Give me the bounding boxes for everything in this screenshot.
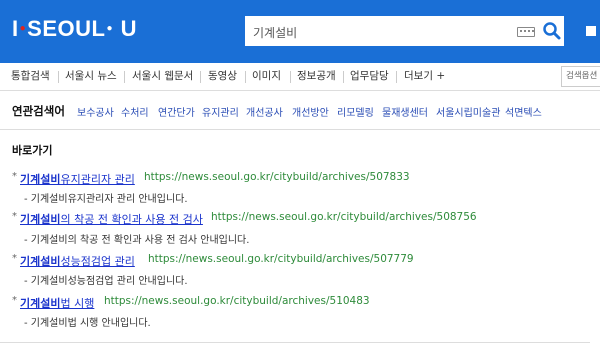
logo-letter-u: U	[120, 16, 138, 41]
result-title-link[interactable]: 기계설비유지관리자 관리	[20, 171, 135, 187]
related-keywords: 연관검색어 보수공사 수처리 연간단가 유지관리 개선공사 개선방안 리모델링 …	[0, 91, 600, 130]
logo-dot: ●	[19, 23, 27, 34]
site-header: I●SEOUL● U	[0, 0, 600, 63]
search-option-select[interactable]: 검색옵션	[561, 66, 600, 87]
result-title-keyword: 기계설비	[20, 213, 61, 226]
related-link[interactable]: 서울시립미술관	[436, 104, 500, 119]
tab-more[interactable]: 더보기 +	[404, 63, 445, 90]
tab-divider	[343, 71, 344, 83]
result-description: - 기계설비유지관리자 관리 안내입니다.	[24, 194, 188, 205]
result-url[interactable]: https://news.seoul.go.kr/citybuild/archi…	[104, 295, 370, 307]
tab-divider	[124, 71, 125, 83]
keyboard-icon[interactable]	[517, 27, 535, 37]
result-title-rest: 의 착공 전 확인과 사용 전 검사	[60, 213, 203, 226]
tab-divider	[200, 71, 201, 83]
result-bullet: *	[12, 253, 17, 264]
search-tabs: 통합검색 서울시 뉴스 서울시 웹문서 동영상 이미지 정보공개 업무담당 더보…	[0, 63, 600, 91]
result-title-keyword: 기계설비	[20, 255, 61, 268]
result-bullet: *	[12, 211, 17, 222]
result-title-link[interactable]: 기계설비법 시행	[20, 295, 94, 311]
search-icon	[543, 22, 561, 40]
result-title-keyword: 기계설비	[20, 297, 61, 310]
menu-icon[interactable]	[586, 26, 596, 36]
result-title-rest: 성능점검업 관리	[60, 255, 135, 268]
search-box	[244, 15, 565, 47]
result-bullet: *	[12, 171, 17, 182]
tab-staff[interactable]: 업무담당	[350, 63, 389, 90]
related-link[interactable]: 리모델링	[337, 104, 374, 119]
logo-seoul: SEOUL	[27, 16, 106, 41]
result-url[interactable]: https://news.seoul.go.kr/citybuild/archi…	[211, 211, 477, 223]
logo-dot-2: ●	[106, 23, 114, 34]
result-title-rest: 유지관리자 관리	[60, 173, 135, 186]
related-link[interactable]: 개선공사	[246, 104, 283, 119]
related-link[interactable]: 수처리	[121, 104, 149, 119]
result-title-rest: 법 시행	[60, 297, 95, 310]
tab-divider	[290, 71, 291, 83]
related-link[interactable]: 보수공사	[77, 104, 114, 119]
tab-image[interactable]: 이미지	[252, 63, 281, 90]
search-button[interactable]	[542, 21, 562, 41]
tab-all[interactable]: 통합검색	[11, 63, 50, 90]
related-link[interactable]: 유지관리	[202, 104, 239, 119]
search-input[interactable]	[253, 22, 503, 42]
related-link[interactable]: 연간단가	[158, 104, 195, 119]
related-link[interactable]: 개선방안	[292, 104, 329, 119]
result-bullet: *	[12, 295, 17, 306]
result-description: - 기계설비의 착공 전 확인과 사용 전 검사 안내입니다.	[24, 235, 250, 246]
result-title-link[interactable]: 기계설비성능점검업 관리	[20, 253, 135, 269]
tab-news[interactable]: 서울시 뉴스	[65, 63, 117, 90]
result-url[interactable]: https://news.seoul.go.kr/citybuild/archi…	[144, 171, 410, 183]
tab-video[interactable]: 동영상	[208, 63, 237, 90]
result-description: - 기계설비성능점검업 관리 안내입니다.	[24, 276, 188, 287]
related-link[interactable]: 석면텍스	[505, 104, 542, 119]
result-url[interactable]: https://news.seoul.go.kr/citybuild/archi…	[148, 253, 414, 265]
related-title: 연관검색어	[12, 104, 65, 118]
tab-info[interactable]: 정보공개	[297, 63, 336, 90]
result-title-link[interactable]: 기계설비의 착공 전 확인과 사용 전 검사	[20, 211, 203, 227]
tab-divider	[245, 71, 246, 83]
related-link[interactable]: 물재생센터	[382, 104, 428, 119]
result-description: - 기계설비법 시행 안내입니다.	[24, 318, 151, 329]
tab-webdocs[interactable]: 서울시 웹문서	[132, 63, 193, 90]
divider	[0, 342, 590, 343]
logo-letter-i: I	[12, 16, 19, 41]
tab-divider	[58, 71, 59, 83]
section-title-goto: 바로가기	[12, 144, 53, 157]
result-title-keyword: 기계설비	[20, 173, 61, 186]
tab-divider	[396, 71, 397, 83]
seoul-logo[interactable]: I●SEOUL● U	[12, 16, 137, 42]
